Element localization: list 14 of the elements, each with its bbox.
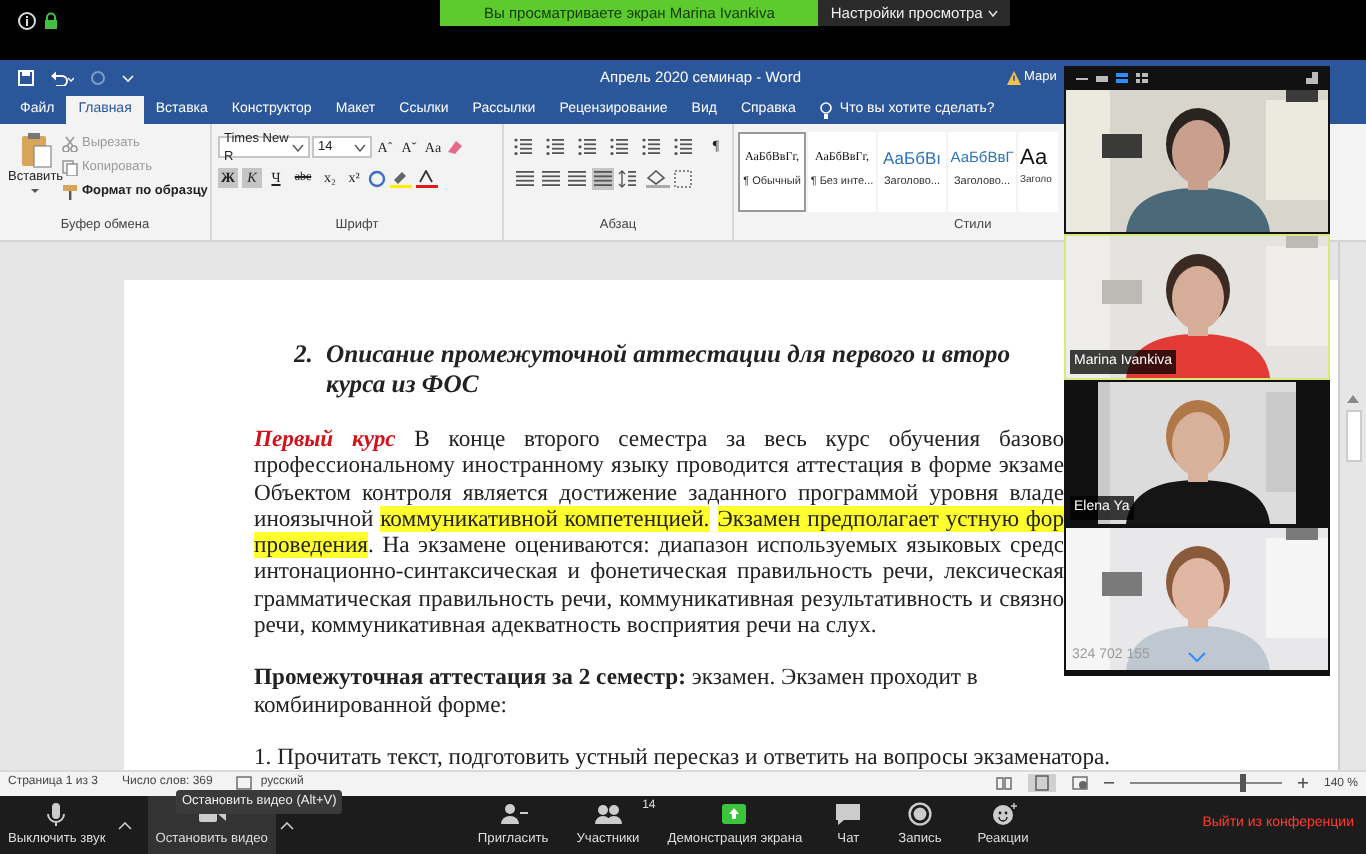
heading-line: курса из ФОС xyxy=(326,370,479,400)
paragraph-line: грамматическая правильность речи, коммуникативная результативность и связно xyxy=(254,585,1064,613)
paragraph-line: комбинированной форме: xyxy=(254,691,507,718)
heading-line: Описание промежуточной аттестации для первого и второ xyxy=(326,340,1011,370)
paragraph-line: Промежуточная аттестация за 2 семестр: экзамен. Экзамен проходит в xyxy=(254,664,978,692)
paragraph-line: 1. Прочитать текст, подготовить устный пересказ и ответить на вопросы экзаменатора. xyxy=(254,743,1111,771)
paragraph-line: профессиональному иностранному языку проводится аттестация в форме экзаме xyxy=(254,452,1064,480)
paragraph-line: Первый курс В конце второго семестра за весь курс обучения базово xyxy=(254,426,1064,453)
paragraph-line: интонационно-синтаксическая и фонетическая правильность речи, лексическая xyxy=(254,558,1064,586)
heading-number: 2. xyxy=(294,340,315,370)
paragraph-line: Объектом контроля является достижение заданного программой уровня владе xyxy=(254,479,1064,506)
paragraph-line: проведения. На экзамене оцениваются: диапазон используемых языковых средс xyxy=(254,532,1064,559)
paragraph-line: речи, коммуникативная адекватность восприятия речи на слух. xyxy=(254,612,877,639)
paragraph-line: иноязычной коммуникативной компетенцией. Экзамен предполагает устную фор xyxy=(254,505,1064,533)
